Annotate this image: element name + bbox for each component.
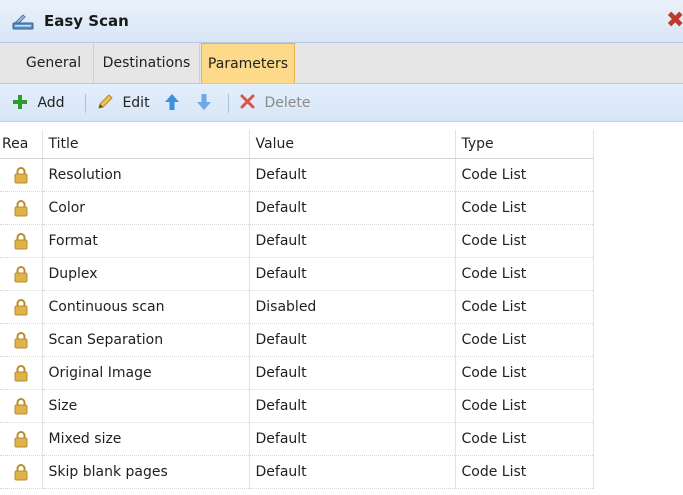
column-header-title[interactable]: Title: [42, 130, 250, 159]
move-down-button[interactable]: [196, 84, 212, 122]
table-row[interactable]: Duplex Default Code List: [0, 257, 594, 291]
column-header-type[interactable]: Type: [455, 130, 594, 159]
delete-icon: [240, 94, 255, 109]
type-cell[interactable]: Code List: [455, 191, 594, 225]
table-body: Resolution Default Code List Color Default Co…: [0, 158, 594, 489]
lock-icon: [14, 463, 28, 480]
tab-bar: General Destinations Parameters: [0, 43, 683, 84]
value-cell[interactable]: Default: [249, 455, 456, 489]
tab-parameters[interactable]: Parameters: [201, 43, 295, 83]
title-cell[interactable]: Resolution: [42, 158, 250, 192]
table-row[interactable]: Color Default Code List: [0, 191, 594, 225]
lock-icon: [14, 265, 28, 282]
window-title: Easy Scan: [44, 12, 129, 30]
title-bar: Easy Scan ✖: [0, 0, 683, 43]
close-icon[interactable]: ✖: [666, 8, 683, 34]
table-row[interactable]: Resolution Default Code List: [0, 158, 594, 192]
readonly-cell: [0, 323, 43, 357]
delete-button[interactable]: Delete: [240, 84, 310, 122]
title-cell[interactable]: Scan Separation: [42, 323, 250, 357]
scanner-icon: [12, 14, 34, 30]
toolbar-separator: [228, 94, 229, 113]
type-cell[interactable]: Code List: [455, 224, 594, 258]
lock-icon: [14, 331, 28, 348]
type-cell[interactable]: Code List: [455, 257, 594, 291]
table-row[interactable]: Mixed size Default Code List: [0, 422, 594, 456]
readonly-cell: [0, 389, 43, 423]
delete-label: Delete: [264, 95, 311, 111]
tab-general[interactable]: General: [14, 43, 94, 83]
type-cell[interactable]: Code List: [455, 323, 594, 357]
title-cell[interactable]: Color: [42, 191, 250, 225]
table-row[interactable]: Skip blank pages Default Code List: [0, 455, 594, 489]
plus-icon: [13, 94, 27, 109]
title-cell[interactable]: Continuous scan: [42, 290, 250, 324]
value-cell[interactable]: Default: [249, 323, 456, 357]
readonly-cell: [0, 158, 43, 192]
type-cell[interactable]: Code List: [455, 422, 594, 456]
readonly-cell: [0, 455, 43, 489]
toolbar-separator: [85, 94, 86, 113]
add-button[interactable]: Add: [12, 84, 65, 122]
toolbar: Add Edit Delete: [0, 84, 683, 122]
lock-icon: [14, 430, 28, 447]
title-cell[interactable]: Skip blank pages: [42, 455, 250, 489]
type-cell[interactable]: Code List: [455, 455, 594, 489]
type-cell[interactable]: Code List: [455, 389, 594, 423]
readonly-cell: [0, 191, 43, 225]
lock-icon: [14, 298, 28, 315]
table-header-row: Rea Title Value Type: [0, 130, 594, 159]
title-cell[interactable]: Size: [42, 389, 250, 423]
title-cell[interactable]: Mixed size: [42, 422, 250, 456]
arrow-up-icon: [165, 93, 179, 110]
readonly-cell: [0, 422, 43, 456]
parameters-table: Rea Title Value Type Resolution Default Co…: [0, 130, 594, 489]
readonly-cell: [0, 356, 43, 390]
table-row[interactable]: Format Default Code List: [0, 224, 594, 258]
value-cell[interactable]: Default: [249, 158, 456, 192]
table-row[interactable]: Scan Separation Default Code List: [0, 323, 594, 357]
lock-icon: [14, 166, 28, 183]
edit-label: Edit: [122, 95, 150, 111]
value-cell[interactable]: Default: [249, 389, 456, 423]
add-label: Add: [37, 95, 65, 111]
column-header-value[interactable]: Value: [249, 130, 456, 159]
readonly-cell: [0, 257, 43, 291]
value-cell[interactable]: Default: [249, 356, 456, 390]
column-header-readonly[interactable]: Rea: [0, 130, 43, 159]
readonly-cell: [0, 224, 43, 258]
lock-icon: [14, 364, 28, 381]
edit-button[interactable]: Edit: [96, 84, 150, 122]
value-cell[interactable]: Default: [249, 191, 456, 225]
title-cell[interactable]: Format: [42, 224, 250, 258]
value-cell[interactable]: Default: [249, 224, 456, 258]
type-cell[interactable]: Code List: [455, 290, 594, 324]
value-cell[interactable]: Default: [249, 422, 456, 456]
table-row[interactable]: Size Default Code List: [0, 389, 594, 423]
value-cell[interactable]: Disabled: [249, 290, 456, 324]
type-cell[interactable]: Code List: [455, 356, 594, 390]
lock-icon: [14, 232, 28, 249]
value-cell[interactable]: Default: [249, 257, 456, 291]
table-row[interactable]: Continuous scan Disabled Code List: [0, 290, 594, 324]
title-cell[interactable]: Duplex: [42, 257, 250, 291]
lock-icon: [14, 397, 28, 414]
arrow-down-icon: [197, 93, 211, 110]
lock-icon: [14, 199, 28, 216]
table-row[interactable]: Original Image Default Code List: [0, 356, 594, 390]
tab-destinations[interactable]: Destinations: [94, 43, 200, 83]
pencil-icon: [98, 93, 113, 109]
type-cell[interactable]: Code List: [455, 158, 594, 192]
title-cell[interactable]: Original Image: [42, 356, 250, 390]
readonly-cell: [0, 290, 43, 324]
move-up-button[interactable]: [164, 84, 180, 122]
